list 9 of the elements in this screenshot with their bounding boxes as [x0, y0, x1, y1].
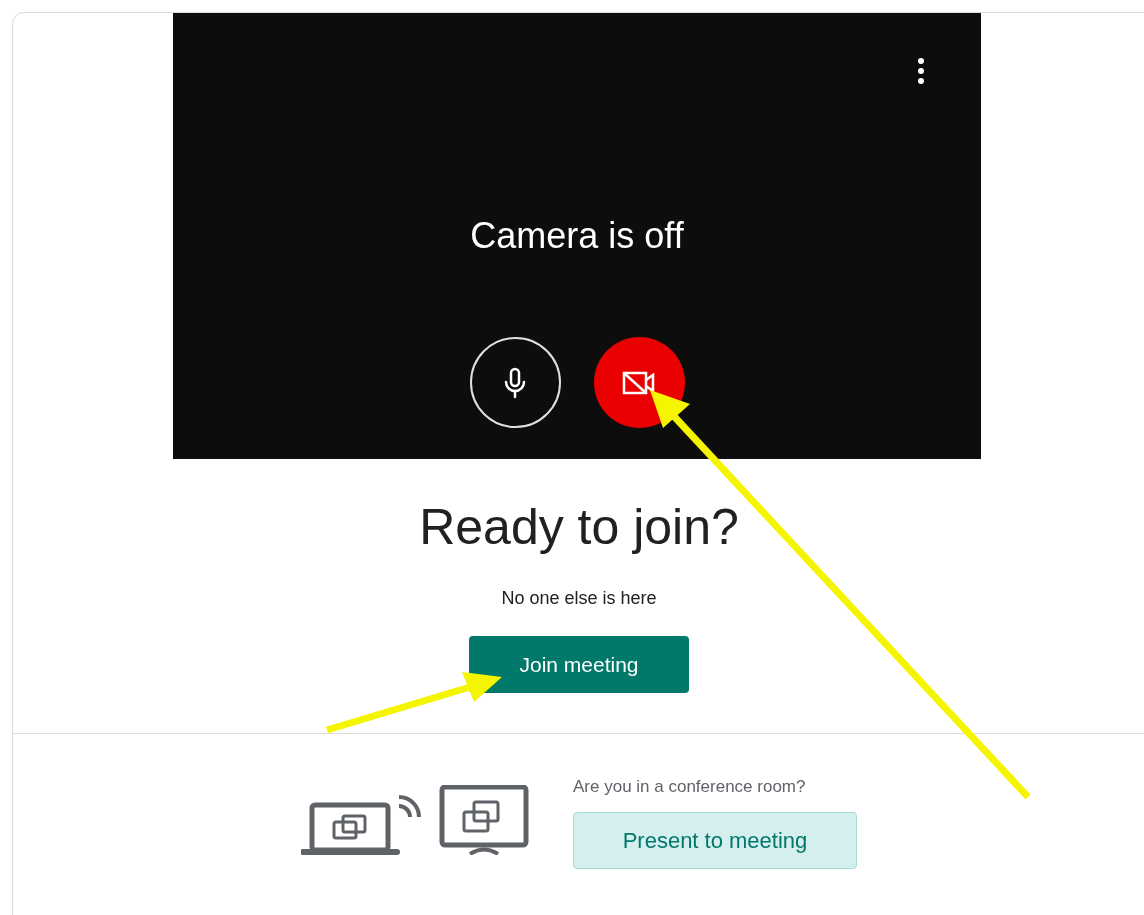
microphone-icon — [502, 366, 528, 399]
ready-heading: Ready to join? — [419, 498, 739, 557]
microphone-toggle-button[interactable] — [469, 337, 561, 428]
more-options-icon[interactable] — [916, 57, 926, 85]
present-to-meeting-button[interactable]: Present to meeting — [573, 811, 857, 869]
participants-note: No one else is here — [501, 587, 657, 610]
join-meeting-button[interactable]: Join meeting — [469, 636, 689, 693]
conference-room-question: Are you in a conference room? — [573, 776, 806, 798]
camera-status-text: Camera is off — [470, 214, 684, 258]
